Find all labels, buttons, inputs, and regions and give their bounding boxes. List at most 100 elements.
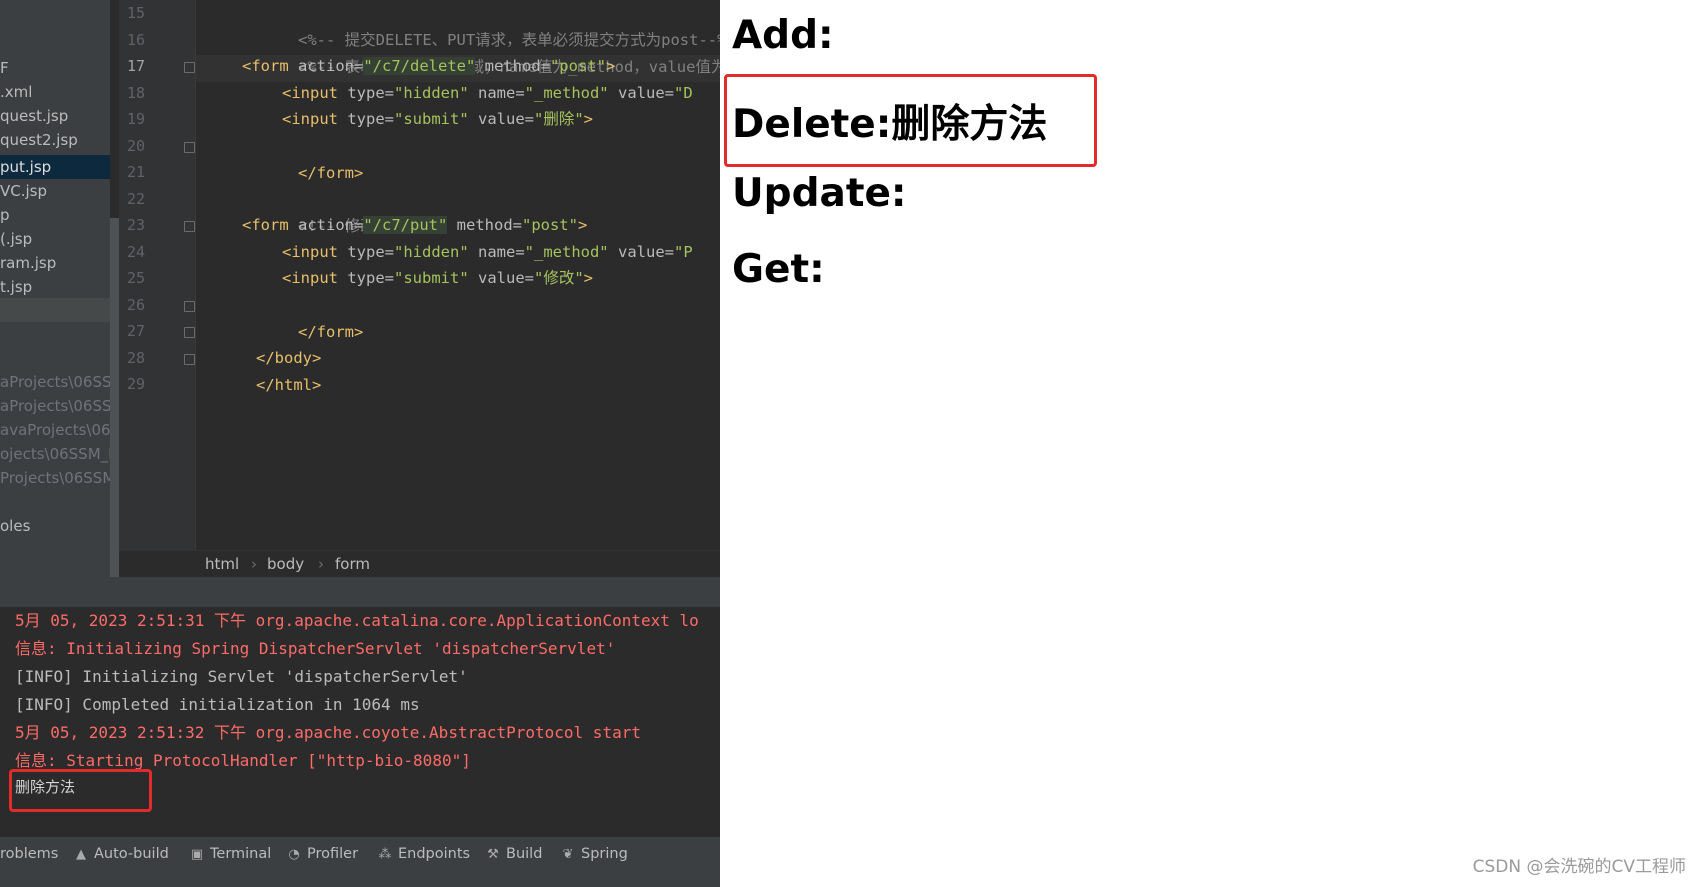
breadcrumb-item-html[interactable]: html: [205, 551, 239, 578]
line-number: 23: [126, 216, 145, 234]
tool-tab-endpoints[interactable]: ⁂ Endpoints: [378, 837, 471, 871]
code-tag: </form>: [298, 164, 364, 182]
code-line: <%-- 提交DELETE、PUT请求，表单必须提交方式为post--%>: [242, 0, 720, 49]
tool-tab-profiler[interactable]: ◔ Profiler: [287, 837, 358, 871]
tool-tab-label: Profiler: [307, 846, 359, 862]
line-number: 24: [126, 243, 145, 261]
ide-window: F .xml quest.jsp quest2.jsp put.jsp VC.j…: [0, 0, 720, 887]
code-string: "/c7/put": [363, 216, 448, 234]
chevron-right-icon: ›: [318, 555, 324, 573]
code-attr: type=: [338, 243, 394, 261]
code-tag: </html>: [256, 376, 322, 394]
fold-marker-icon[interactable]: [184, 354, 195, 365]
tree-item[interactable]: .xml: [0, 80, 110, 104]
line-number: 19: [126, 110, 145, 128]
tree-item[interactable]: Projects\06SSM_: [0, 466, 110, 490]
code-string: "删除": [533, 110, 584, 128]
code-string: "_method": [524, 243, 609, 261]
hammer-icon: ⚒: [487, 847, 499, 862]
tree-item[interactable]: VC.jsp: [0, 179, 110, 203]
spring-leaf-icon: ❦: [562, 847, 574, 862]
line-number: 16: [126, 31, 145, 49]
code-tag: <form: [242, 57, 289, 75]
tree-item[interactable]: ojects\06SSM_Pr: [0, 442, 110, 466]
code-line: <input type="submit" value="删除">: [282, 106, 593, 133]
code-line: </html>: [200, 345, 321, 394]
code-line: <input type="submit" value="修改">: [282, 265, 593, 292]
tool-tab-auto-build[interactable]: ▲ Auto-build: [74, 837, 169, 871]
breadcrumb: html › body › form: [119, 550, 720, 578]
code-line: <!-- 修改 -->: [242, 186, 413, 235]
code-string: "/c7/delete": [363, 57, 476, 75]
tree-item-highlighted-row[interactable]: [0, 298, 110, 322]
tree-item[interactable]: quest2.jsp: [0, 128, 110, 152]
profiler-icon: ◔: [288, 847, 300, 862]
code-string: "P: [673, 243, 693, 261]
code-string: "_method": [524, 84, 609, 102]
heading-get: Get:: [732, 247, 825, 292]
code-attr: action=: [288, 57, 364, 75]
code-attr: value=: [468, 269, 534, 287]
tree-item[interactable]: quest.jsp: [0, 104, 110, 128]
fold-marker-icon[interactable]: [184, 301, 195, 312]
tree-item[interactable]: F: [0, 56, 110, 80]
code-line: </body>: [200, 318, 321, 367]
tree-item[interactable]: aProjects\06SSM: [0, 370, 110, 394]
tree-item[interactable]: avaProjects\06S: [0, 418, 110, 442]
tree-item[interactable]: p: [0, 203, 110, 227]
code-line: </form>: [242, 292, 363, 341]
fold-marker-icon[interactable]: [184, 221, 195, 232]
tool-tab-terminal[interactable]: ▣ Terminal: [190, 837, 271, 871]
code-string: "submit": [394, 269, 469, 287]
code-attr: name=: [468, 84, 525, 102]
tree-item[interactable]: aProjects\06SSM: [0, 394, 110, 418]
code-string: "submit": [394, 110, 469, 128]
code-attr: type=: [338, 269, 394, 287]
highlight-box-delete: [724, 74, 1097, 167]
code-tag: >: [577, 216, 588, 234]
code-editor[interactable]: <%-- 提交DELETE、PUT请求，表单必须提交方式为post--%> <%…: [196, 0, 720, 550]
fold-marker-icon[interactable]: [184, 327, 195, 338]
code-attr: name=: [468, 243, 525, 261]
line-number: 25: [126, 269, 145, 287]
breadcrumb-item-body[interactable]: body: [267, 551, 304, 578]
console-line: 5月 05, 2023 2:51:32 下午 org.apache.coyote…: [15, 723, 641, 742]
tool-tab-spring[interactable]: ❦ Spring: [561, 837, 628, 871]
tree-item-selected[interactable]: put.jsp: [0, 155, 110, 179]
line-number: 22: [126, 190, 145, 208]
code-attr: value=: [608, 84, 674, 102]
tool-tab-label: roblems: [0, 846, 59, 862]
console-output[interactable]: 5月 05, 2023 2:51:31 下午 org.apache.catali…: [0, 607, 720, 837]
tree-item[interactable]: ram.jsp: [0, 251, 110, 275]
code-string: "D: [673, 84, 693, 102]
terminal-icon: ▣: [190, 847, 204, 862]
tree-item[interactable]: oles: [0, 514, 110, 538]
line-number-current: 17: [126, 57, 145, 75]
fold-marker-icon[interactable]: [184, 142, 195, 153]
tool-tab-build[interactable]: ⚒ Build: [486, 837, 542, 871]
tree-item[interactable]: (.jsp: [0, 227, 110, 251]
watermark: CSDN @会洗碗的CV工程师: [1472, 857, 1686, 877]
line-number: 15: [126, 4, 145, 22]
code-string: "hidden": [394, 243, 469, 261]
heading-add: Add:: [732, 13, 834, 58]
code-line: <input type="hidden" name="_method" valu…: [282, 80, 693, 107]
code-string: "post": [549, 57, 606, 75]
code-string: "hidden": [394, 84, 469, 102]
code-tag: <input: [282, 84, 338, 102]
code-string: "post": [521, 216, 578, 234]
tool-tab-problems[interactable]: roblems: [0, 837, 58, 871]
tree-item[interactable]: t.jsp: [0, 275, 110, 299]
fold-marker-icon[interactable]: [184, 62, 195, 73]
console-line: [INFO] Completed initialization in 1064 …: [15, 695, 420, 714]
breadcrumb-item-form[interactable]: form: [335, 551, 370, 578]
code-tag: <input: [282, 243, 338, 261]
code-line: <form action="/c7/put" method="post">: [242, 212, 587, 239]
line-number: 29: [126, 375, 145, 393]
code-attr: method=: [447, 216, 522, 234]
code-attr: method=: [475, 57, 550, 75]
tree-scrollbar[interactable]: [110, 218, 119, 577]
code-line: <input type="hidden" name="_method" valu…: [282, 239, 693, 266]
code-tag: >: [583, 110, 593, 128]
code-tag: <input: [282, 269, 338, 287]
